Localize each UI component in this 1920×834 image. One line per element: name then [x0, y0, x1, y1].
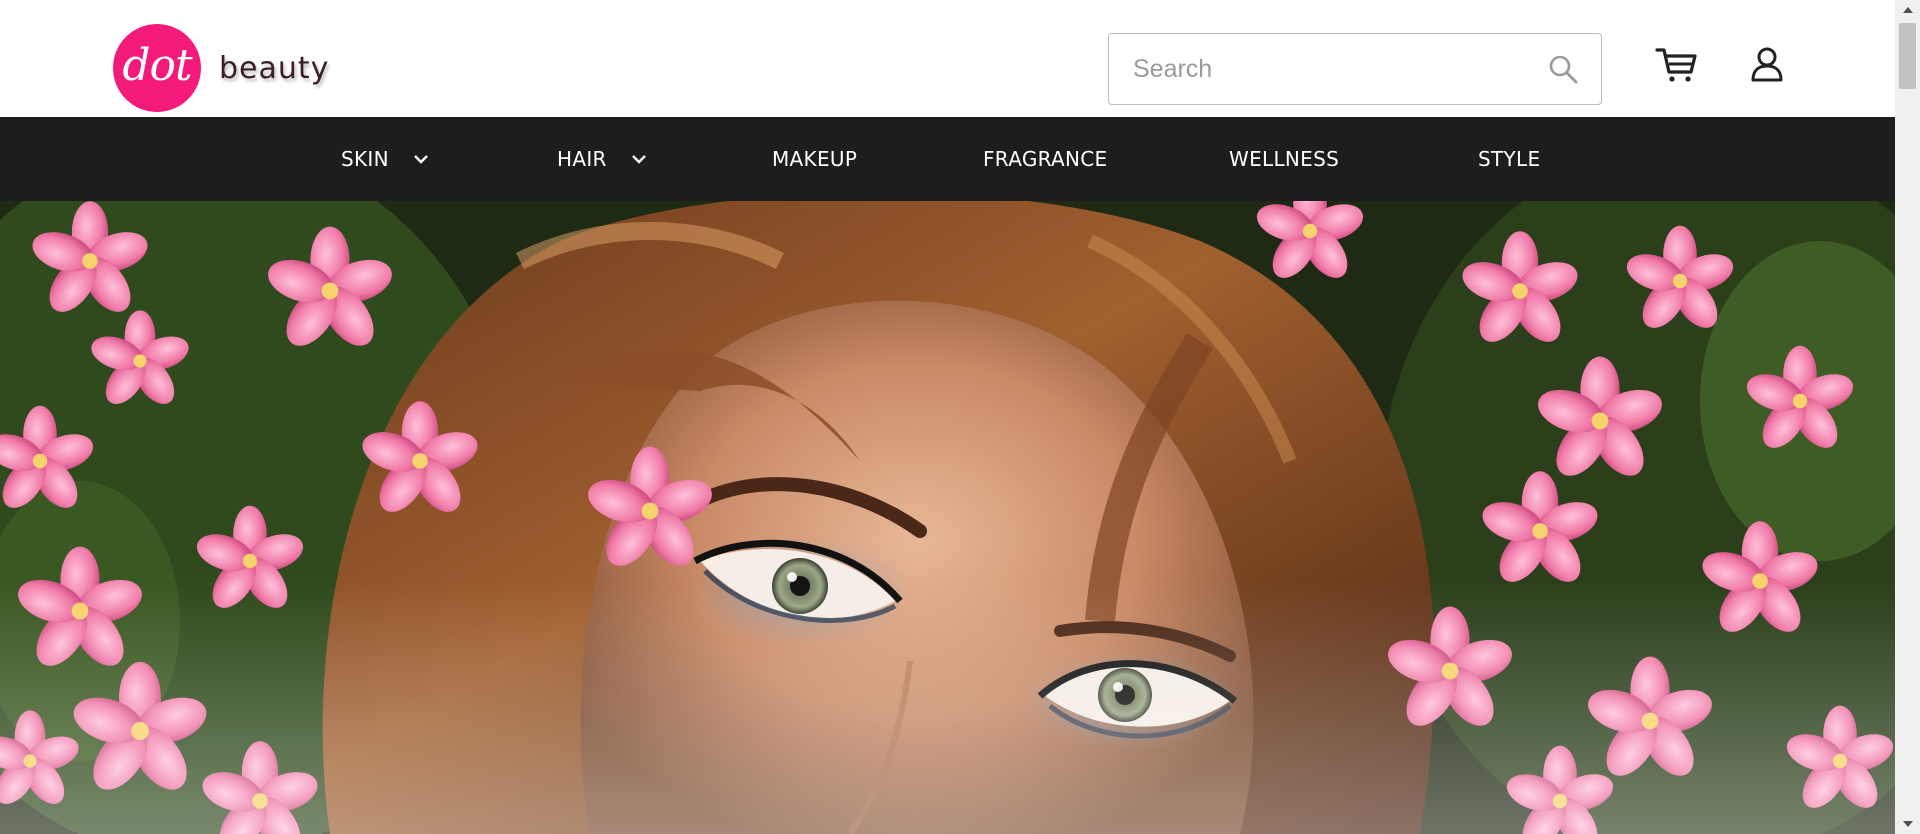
- nav-item-label: HAIR: [557, 147, 607, 171]
- nav-item-wellness[interactable]: WELLNESS: [1229, 117, 1339, 201]
- site-header: dot beauty: [0, 0, 1895, 117]
- hero-illustration: [0, 201, 1895, 834]
- nav-item-label: WELLNESS: [1229, 147, 1340, 171]
- main-nav: SKIN HAIR MAKEUP FRAGRANCE WELLNESS STYL…: [0, 117, 1895, 201]
- user-icon[interactable]: [1750, 46, 1784, 82]
- chevron-down-icon: [414, 155, 428, 164]
- nav-item-label: FRAGRANCE: [983, 147, 1108, 171]
- scroll-thumb[interactable]: [1899, 23, 1916, 89]
- scroll-up-arrow-icon[interactable]: [1895, 0, 1920, 20]
- logo-wordmark: beauty: [219, 50, 330, 86]
- search-input[interactable]: [1109, 34, 1539, 104]
- nav-item-label: STYLE: [1478, 147, 1541, 171]
- hero-image: [0, 201, 1895, 834]
- nav-item-label: MAKEUP: [772, 147, 858, 171]
- nav-item-skin[interactable]: SKIN: [341, 117, 429, 201]
- page-scrollbar[interactable]: [1895, 0, 1920, 834]
- scroll-down-arrow-icon[interactable]: [1895, 814, 1920, 834]
- nav-item-hair[interactable]: HAIR: [557, 117, 647, 201]
- nav-item-style[interactable]: STYLE: [1478, 117, 1540, 201]
- cart-icon[interactable]: [1655, 46, 1697, 84]
- nav-item-fragrance[interactable]: FRAGRANCE: [983, 117, 1107, 201]
- logo-mark: dot: [113, 24, 201, 112]
- chevron-down-icon: [631, 155, 646, 164]
- search-icon[interactable]: [1547, 53, 1579, 85]
- search-box: [1108, 33, 1602, 105]
- brand-logo[interactable]: dot beauty: [113, 24, 329, 112]
- nav-item-makeup[interactable]: MAKEUP: [772, 117, 857, 201]
- nav-item-label: SKIN: [341, 147, 389, 171]
